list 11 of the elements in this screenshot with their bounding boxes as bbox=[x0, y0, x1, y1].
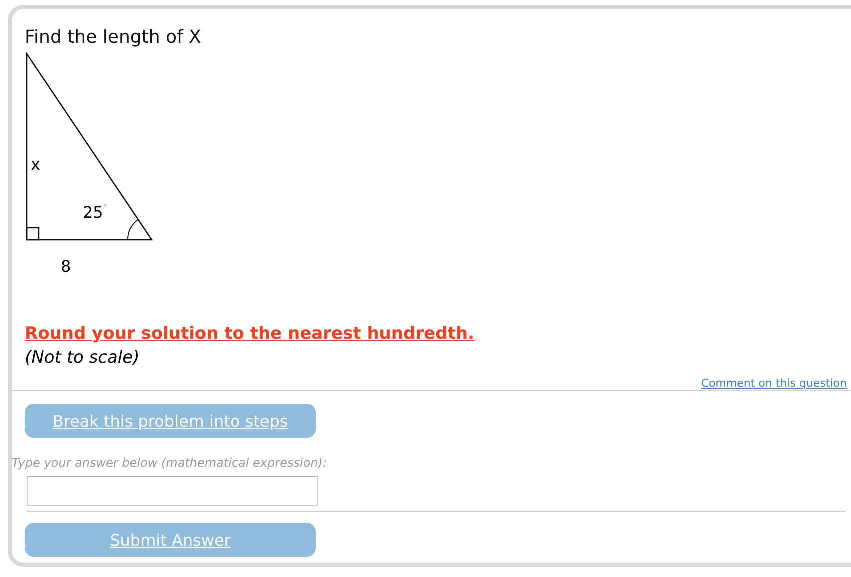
angle-label: 25$^{°}$ bbox=[83, 203, 108, 222]
base-label: 8 bbox=[61, 257, 72, 276]
answer-label: Type your answer below (mathematical expression): bbox=[12, 456, 328, 470]
scale-note: (Not to scale) bbox=[25, 348, 140, 368]
steps-button[interactable]: Break this problem into steps bbox=[25, 404, 316, 438]
instruction-text: Round your solution to the nearest hundredth. bbox=[25, 324, 474, 344]
submit-button[interactable]: Submit Answer bbox=[25, 523, 316, 557]
comment-link[interactable]: Comment on this question bbox=[701, 377, 847, 390]
side-label: x bbox=[31, 155, 40, 174]
question-title: Find the length of X bbox=[25, 27, 202, 48]
answer-field[interactable] bbox=[27, 476, 318, 506]
